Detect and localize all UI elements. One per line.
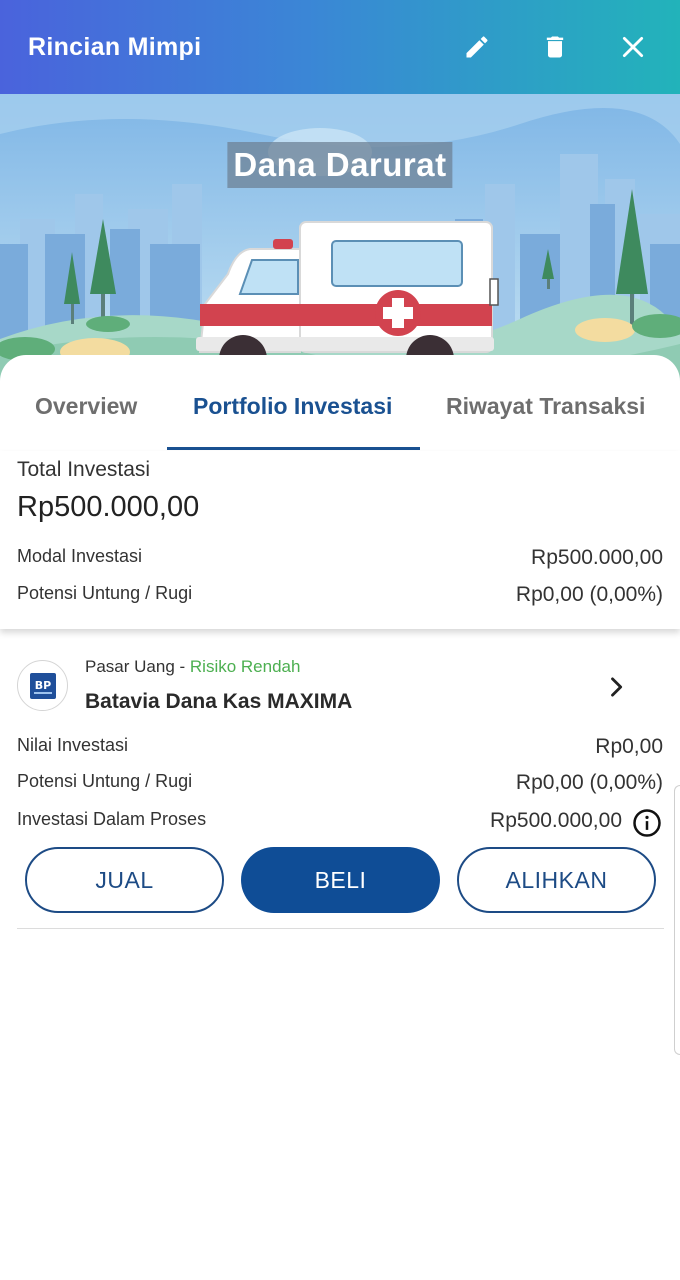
capital-value: Rp500.000,00 [531,546,663,569]
batavia-logo-icon: BP [29,672,56,699]
pencil-icon [466,36,488,58]
pending-investment-label: Investasi Dalam Proses [17,809,207,829]
hero-banner: Dana Darurat [0,94,680,384]
tab-riwayat-transaksi[interactable]: Riwayat Transaksi [446,393,645,420]
delete-button[interactable] [536,28,574,66]
scroll-indicator[interactable] [674,785,680,1055]
fund-category-line: Pasar Uang - Risiko Rendah [85,657,300,677]
tab-portfolio-investasi[interactable]: Portfolio Investasi [193,393,392,420]
fund-category: Pasar Uang [85,657,175,676]
pending-investment-value: Rp500.000,00 [490,809,622,832]
buy-button[interactable]: BELI [241,847,440,913]
info-icon [633,809,661,837]
total-investment-label: Total Investasi [17,458,151,481]
fund-logo: BP [17,660,68,711]
fund-profit-loss-label: Potensi Untung / Rugi [17,771,193,791]
app-bar-actions [458,28,652,66]
profit-loss-value: Rp0,00 (0,00%) [515,583,663,606]
total-investment-value: Rp500.000,00 [17,491,200,523]
category-separator: - [174,657,190,676]
app-bar: Rincian Mimpi [0,0,680,94]
edit-button[interactable] [458,28,496,66]
section-divider [17,928,664,929]
close-button[interactable] [614,28,652,66]
trash-icon [546,36,564,58]
fund-detail-button[interactable] [602,673,630,701]
tab-bar: Overview Portfolio Investasi Riwayat Tra… [0,355,680,451]
detail-sheet: Overview Portfolio Investasi Riwayat Tra… [0,355,680,1280]
fund-name[interactable]: Batavia Dana Kas MAXIMA [85,690,352,714]
pending-info-button[interactable] [632,808,662,838]
risk-level: Risiko Rendah [189,657,301,676]
chevron-right-icon [611,677,623,697]
svg-text:BP: BP [34,679,50,692]
tab-active-indicator [167,447,420,450]
sell-button[interactable]: JUAL [25,847,224,913]
switch-button[interactable]: ALIHKAN [457,847,656,913]
close-icon [622,36,644,58]
investment-summary: Total Investasi Rp500.000,00 Modal Inves… [0,451,680,629]
capital-label: Modal Investasi [17,546,143,566]
investment-value: Rp0,00 [595,735,663,758]
tab-overview[interactable]: Overview [35,393,137,420]
fund-profit-loss-value: Rp0,00 (0,00%) [515,771,663,794]
profit-loss-label: Potensi Untung / Rugi [17,583,193,603]
page-title: Rincian Mimpi [28,32,202,61]
ambulance-city-illustration [0,94,680,384]
investment-value-label: Nilai Investasi [17,735,129,755]
goal-title: Dana Darurat [227,142,453,188]
